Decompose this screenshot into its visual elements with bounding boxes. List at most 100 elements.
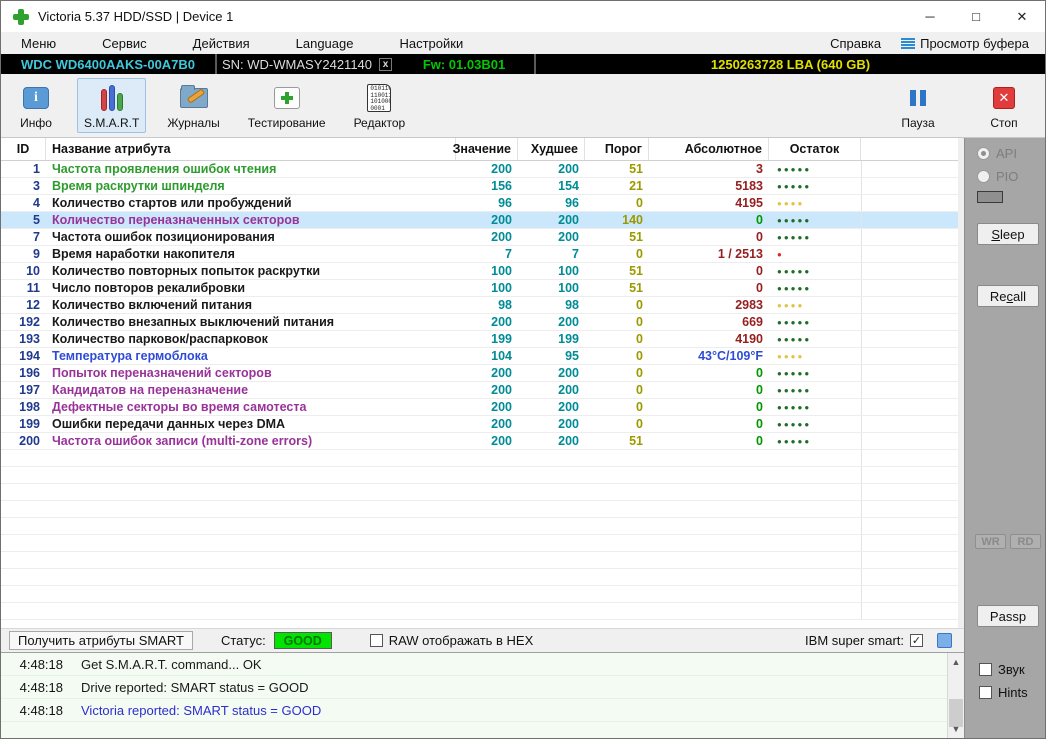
minimize-button[interactable]: ─ [907, 1, 953, 32]
rd-button[interactable]: RD [1010, 534, 1041, 549]
passp-button[interactable]: Passp [977, 605, 1039, 627]
smart-attribute-row-197[interactable]: 197Кандидатов на переназначение20020000●… [1, 382, 958, 399]
col-header-worst[interactable]: Худшее [518, 138, 585, 160]
empty-row [1, 450, 958, 467]
close-button[interactable]: ✕ [999, 1, 1045, 32]
menu-item-4[interactable]: Настройки [387, 34, 475, 53]
smart-attribute-row-192[interactable]: 192Количество внезапных выключений питан… [1, 314, 958, 331]
activity-indicator [977, 191, 1003, 203]
hints-checkbox[interactable] [979, 686, 992, 699]
smart-attribute-row-196[interactable]: 196Попыток переназначений секторов200200… [1, 365, 958, 382]
menu-item-1[interactable]: Сервис [90, 34, 159, 53]
smart-attribute-row-3[interactable]: 3Время раскрутки шпинделя156154215183●●●… [1, 178, 958, 195]
smart-attribute-row-5[interactable]: 5Количество переназначенных секторов2002… [1, 212, 958, 229]
scroll-down-icon[interactable]: ▼ [948, 721, 964, 737]
raw-hex-checkbox[interactable] [370, 634, 383, 647]
smart-attribute-row-1[interactable]: 1Частота проявления ошибок чтения2002005… [1, 161, 958, 178]
scroll-up-icon[interactable]: ▲ [948, 654, 964, 670]
empty-row [1, 501, 958, 518]
empty-row [1, 569, 958, 586]
log-panel: 4:48:18 Get S.M.A.R.T. command... OK 4:48:… [1, 652, 964, 738]
raw-hex-option[interactable]: RAW отображать в HEX [370, 633, 534, 648]
toolbar-button-s-m-a-r-t[interactable]: S.M.A.R.T [77, 78, 146, 133]
api-radio-option[interactable]: API [977, 146, 1017, 161]
health-dots: ●●●●● [769, 403, 861, 412]
buffer-view-label: Просмотр буфера [920, 36, 1029, 51]
toolbar: iИнфо S.M.A.R.T Журналы Тестирование 010110 … [1, 74, 1045, 138]
col-header-value[interactable]: Значение [456, 138, 518, 160]
smart-attribute-row-4[interactable]: 4Количество стартов или пробуждений96960… [1, 195, 958, 212]
smart-attribute-row-200[interactable]: 200Частота ошибок записи (multi-zone err… [1, 433, 958, 450]
stop-icon: ✕ [993, 87, 1015, 109]
menu-item-0[interactable]: Меню [9, 34, 68, 53]
log-entry: 4:48:18 Victoria reported: SMART status =… [1, 699, 947, 722]
col-header-id[interactable]: ID [1, 138, 46, 160]
sound-option[interactable]: Звук [979, 662, 1025, 677]
title-bar: Victoria 5.37 HDD/SSD | Device 1 ─ □ ✕ [1, 1, 1045, 32]
log-message: Victoria reported: SMART status = GOOD [81, 703, 321, 718]
smart-attribute-row-199[interactable]: 199Ошибки передачи данных через DMA20020… [1, 416, 958, 433]
smart-attribute-row-7[interactable]: 7Частота ошибок позиционирования20020051… [1, 229, 958, 246]
log-message: Get S.M.A.R.T. command... OK [81, 657, 262, 672]
smart-attribute-row-11[interactable]: 11Число повторов рекалибровки100100510●●… [1, 280, 958, 297]
toolbar-button-журналы[interactable]: Журналы [160, 78, 226, 133]
toolbar-button-редактор[interactable]: 010110 110011 101000 0001Редактор [347, 78, 413, 133]
test-cross-icon [270, 82, 304, 114]
api-radio-icon[interactable] [977, 147, 990, 160]
device-close-x-icon[interactable]: x [379, 58, 392, 71]
device-tab-close[interactable]: x [377, 54, 394, 74]
pause-button[interactable]: Пауза [891, 78, 945, 133]
stop-button[interactable]: ✕ Стоп [977, 78, 1031, 133]
get-smart-button[interactable]: Получить атрибуты SMART [9, 631, 193, 650]
log-time: 4:48:18 [1, 657, 63, 672]
log-time: 4:48:18 [1, 703, 63, 718]
hints-option[interactable]: Hints [979, 685, 1028, 700]
smart-attribute-row-9[interactable]: 9Время наработки накопителя7701 / 2513● [1, 246, 958, 263]
maximize-button[interactable]: □ [953, 1, 999, 32]
empty-row [1, 467, 958, 484]
pio-radio-option[interactable]: PIO [977, 169, 1018, 184]
empty-row [1, 552, 958, 569]
health-dots: ●●●●● [769, 369, 861, 378]
pio-radio-icon[interactable] [977, 170, 990, 183]
wr-button[interactable]: WR [975, 534, 1006, 549]
smart-attribute-row-198[interactable]: 198Дефектные секторы во время самотеста2… [1, 399, 958, 416]
device-serial: SN: WD-WMASY2421140 [217, 54, 377, 74]
raw-hex-label: RAW отображать в HEX [389, 633, 534, 648]
window-title: Victoria 5.37 HDD/SSD | Device 1 [38, 9, 233, 24]
col-header-name[interactable]: Название атрибута [46, 138, 456, 160]
ibm-super-smart-checkbox[interactable]: ✓ [910, 634, 923, 647]
col-header-threshold[interactable]: Порог [585, 138, 649, 160]
status-good-badge: GOOD [274, 632, 332, 649]
app-logo-green-cross-icon [13, 9, 29, 25]
health-dots: ●●●●● [769, 437, 861, 446]
smart-attribute-row-193[interactable]: 193Количество парковок/распарковок199199… [1, 331, 958, 348]
health-dots: ●●●●● [769, 420, 861, 429]
health-dots: ● [769, 250, 861, 259]
toolbar-button-тестирование[interactable]: Тестирование [241, 78, 333, 133]
log-scrollbar[interactable]: ▲ ▼ [947, 653, 964, 738]
menu-item-2[interactable]: Действия [181, 34, 262, 53]
menu-bar: Меню Сервис Действия Language Настройки Спра… [1, 32, 1045, 54]
toolbar-button-инфо[interactable]: iИнфо [9, 78, 63, 133]
ibm-blue-indicator[interactable] [937, 633, 952, 648]
recall-button[interactable]: Recall [977, 285, 1039, 307]
health-dots: ●●●●● [769, 318, 861, 327]
col-header-health[interactable]: Остаток [769, 138, 861, 160]
log-entry: 4:48:18Drive reported: SMART status = GO… [1, 676, 947, 699]
menu-help[interactable]: Справка [818, 34, 893, 53]
health-dots: ●●●● [769, 199, 861, 208]
smart-attribute-row-194[interactable]: 194Температура гермоблока10495043°C/109°… [1, 348, 958, 365]
device-model[interactable]: WDC WD6400AAKS-00A7B0 [1, 54, 215, 74]
smart-attribute-row-10[interactable]: 10Количество повторных попыток раскрутки… [1, 263, 958, 280]
empty-row [1, 603, 958, 620]
menu-item-3[interactable]: Language [284, 34, 366, 53]
col-header-raw[interactable]: Абсолютное [649, 138, 769, 160]
smart-attribute-row-12[interactable]: 12Количество включений питания989802983●… [1, 297, 958, 314]
status-label: Статус: [221, 633, 266, 648]
health-dots: ●●●●● [769, 284, 861, 293]
buffer-view-button[interactable]: Просмотр буфера [893, 34, 1037, 53]
sound-checkbox[interactable] [979, 663, 992, 676]
table-header: ID Название атрибута Значение Худшее Пор… [1, 138, 958, 161]
sleep-button[interactable]: Sleep [977, 223, 1039, 245]
